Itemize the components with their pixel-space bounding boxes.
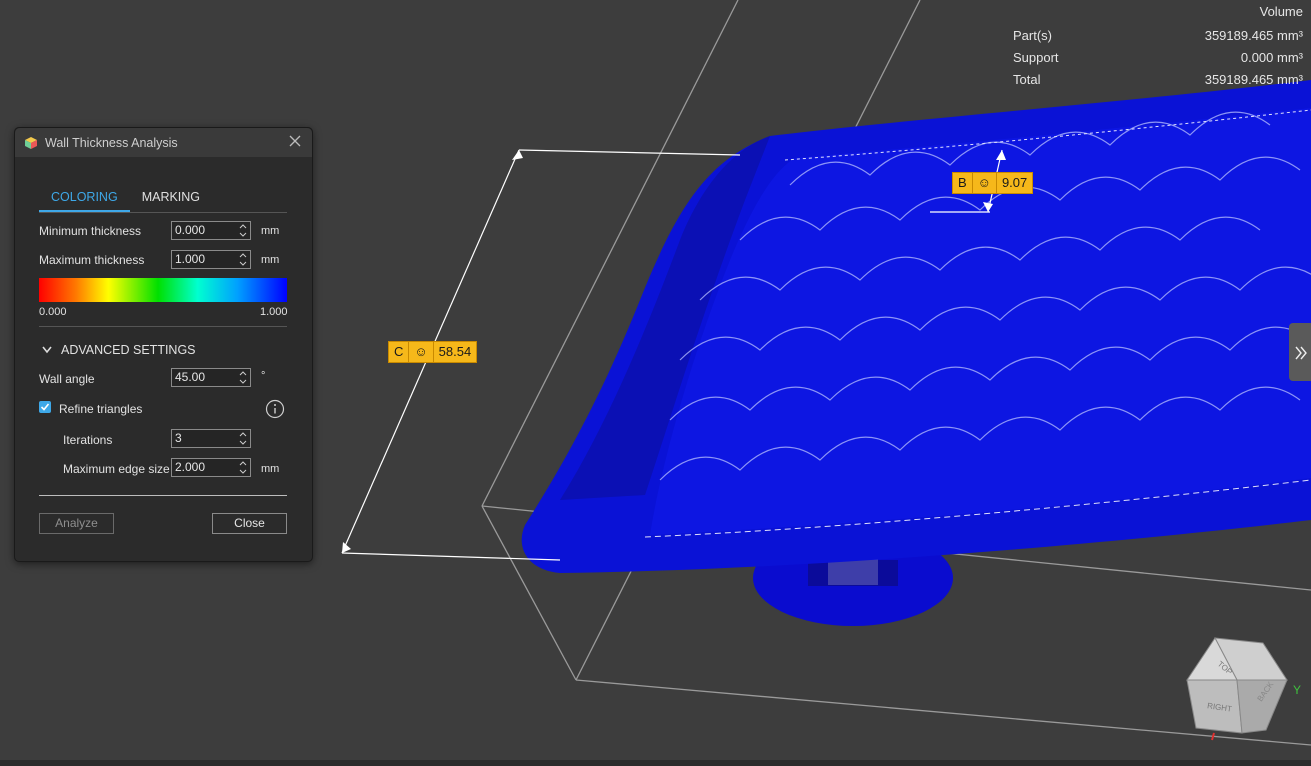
min-thickness-label: Minimum thickness [39,224,142,238]
info-icon[interactable] [265,399,285,419]
measurement-tag-b[interactable]: B ☺ 9.07 [952,172,1034,194]
smiley-icon: ☺ [409,342,434,362]
dialog-title: Wall Thickness Analysis [45,135,178,150]
close-button[interactable]: Close [212,513,287,534]
advanced-settings-header[interactable]: ADVANCED SETTINGS [61,343,196,357]
min-thickness-input[interactable]: 0.000 [171,221,251,240]
spinner-arrows-icon[interactable] [239,460,247,475]
max-edge-size-input[interactable]: 2.000 [171,458,251,477]
iterations-input[interactable]: 3 [171,429,251,448]
measurement-value: 9.07 [1001,175,1028,190]
measurement-letter: B [953,173,973,193]
nav-cube[interactable]: TOP RIGHT BACK Y [1186,637,1301,741]
cube-app-icon [25,136,37,149]
analyze-button[interactable]: Analyze [39,513,114,534]
double-chevron-right-icon [1295,346,1307,360]
scale-max-label: 1.000 [260,306,288,318]
volume-label: Total [1013,72,1041,87]
scale-min-label: 0.000 [39,306,67,318]
max-thickness-unit: mm [261,254,280,266]
volume-label: Part(s) [1013,28,1052,43]
wall-angle-value: 45.00 [175,370,206,384]
dialog-tabs: COLORING MARKING [39,186,287,213]
wall-angle-label: Wall angle [39,372,95,386]
iterations-label: Iterations [63,433,113,447]
checkmark-icon [40,403,50,411]
max-edge-size-label: Maximum edge size [63,462,170,476]
volume-value: 359189.465 mm³ [1204,72,1303,87]
wall-thickness-dialog: Wall Thickness Analysis COLORING MARKING… [14,127,313,562]
refine-triangles-checkbox[interactable] [39,401,51,413]
volume-value: 359189.465 mm³ [1204,28,1303,43]
refine-triangles-label: Refine triangles [59,402,143,416]
y-axis-label: Y [1293,683,1301,697]
max-thickness-input[interactable]: 1.000 [171,250,251,269]
expand-panel-tab[interactable] [1289,323,1311,381]
spinner-arrows-icon[interactable] [239,431,247,446]
dialog-titlebar[interactable]: Wall Thickness Analysis [15,128,312,157]
bottom-status-strip [0,760,1311,766]
min-thickness-value: 0.000 [175,223,206,237]
tab-coloring[interactable]: COLORING [39,186,130,212]
close-icon[interactable] [287,133,303,149]
max-thickness-label: Maximum thickness [39,253,145,267]
measurement-letter: C [389,342,410,362]
spinner-arrows-icon[interactable] [239,252,247,267]
volume-row-support: Support 0.000 mm³ [1013,47,1303,69]
wall-angle-input[interactable]: 45.00 [171,368,251,387]
chevron-down-icon[interactable] [41,345,53,355]
max-thickness-value: 1.000 [175,252,206,266]
measurement-value: 58.54 [438,344,472,359]
volume-label: Support [1013,50,1059,65]
tab-marking[interactable]: MARKING [130,186,212,212]
volume-row-parts: Part(s) 359189.465 mm³ [1013,25,1303,47]
max-edge-size-value: 2.000 [175,460,206,474]
spinner-arrows-icon[interactable] [239,223,247,238]
max-edge-size-unit: mm [261,463,280,475]
volume-panel: Volume Part(s) 359189.465 mm³ Support 0.… [1013,4,1303,91]
volume-row-total: Total 359189.465 mm³ [1013,69,1303,91]
measurement-tag-c[interactable]: C ☺ 58.54 [388,341,478,363]
wall-angle-unit: ° [261,370,266,382]
divider [39,495,287,496]
divider [39,326,287,327]
volume-title: Volume [1259,4,1303,19]
smiley-icon: ☺ [973,173,997,193]
volume-value: 0.000 mm³ [1240,50,1303,65]
min-thickness-unit: mm [261,225,280,237]
spinner-arrows-icon[interactable] [239,370,247,385]
thickness-color-scale [39,278,287,302]
iterations-value: 3 [175,431,182,445]
